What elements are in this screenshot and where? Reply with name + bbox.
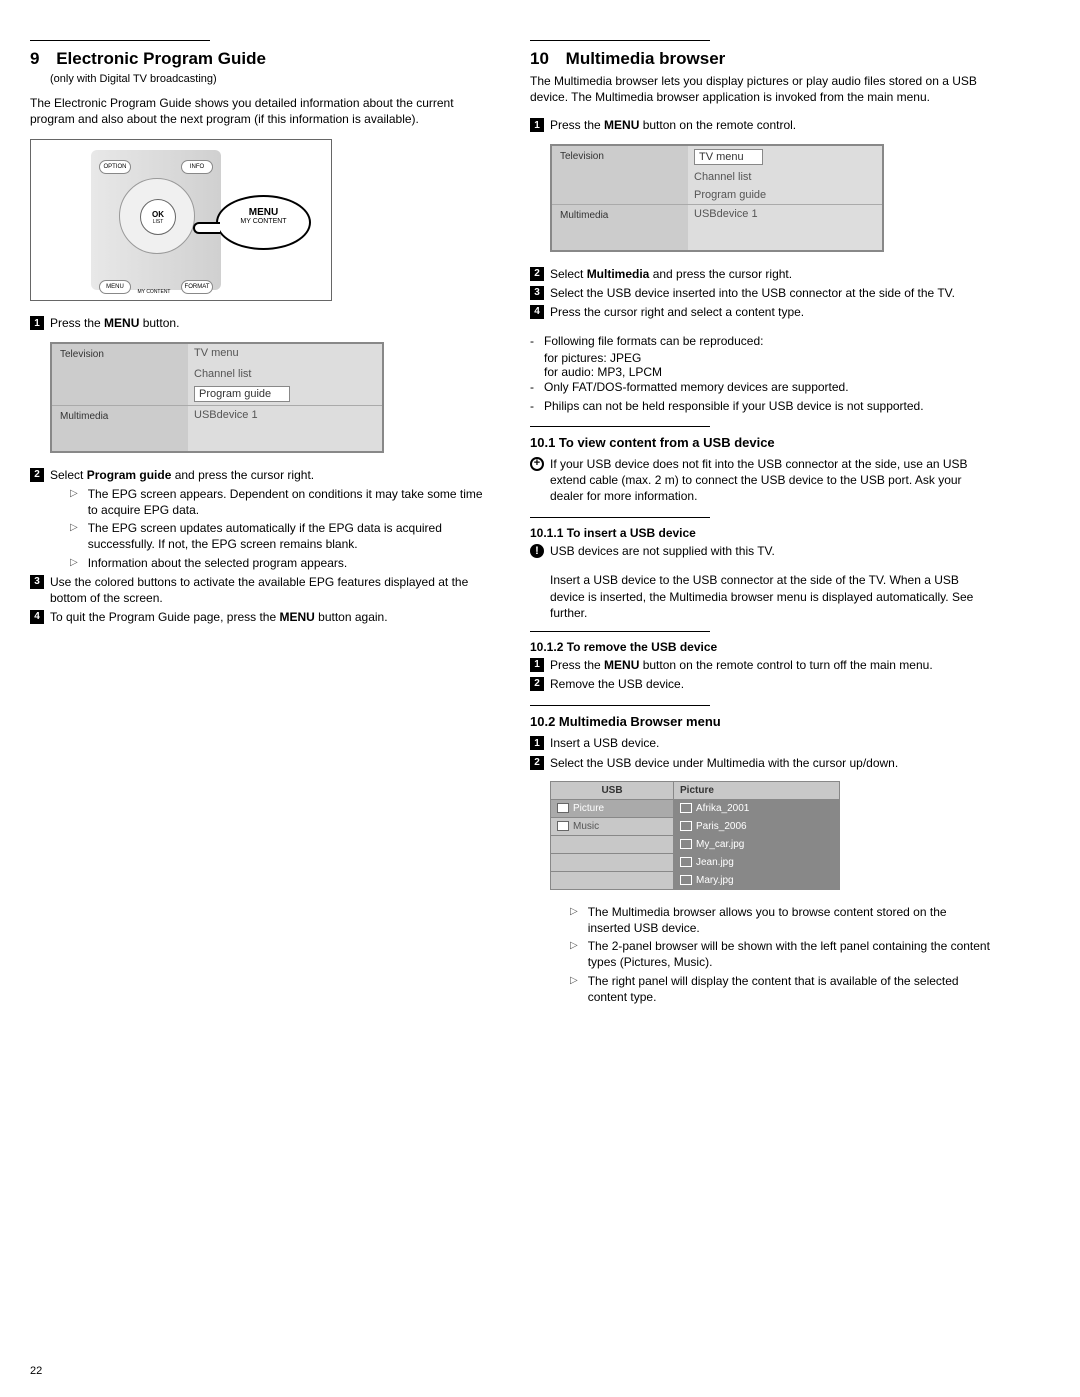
step-2: 2 Select Multimedia and press the cursor… <box>530 266 990 282</box>
triangle-icon: ▷ <box>70 486 78 518</box>
section-9-heading: 9 Electronic Program Guide <box>30 49 490 69</box>
step-2: 2 Select Program guide and press the cur… <box>30 467 490 483</box>
triangle-icon: ▷ <box>70 555 78 571</box>
tv-menu-table: Television TV menu Channel list Program … <box>550 144 884 252</box>
warning-icon: ! <box>530 544 544 558</box>
rule <box>530 631 710 632</box>
rule <box>530 705 710 706</box>
bullet-sub: for audio: MP3, LPCM <box>544 365 990 379</box>
section-10-1-1-heading: 10.1.1 To insert a USB device <box>530 526 990 540</box>
step-1: 1 Press the MENU button on the remote co… <box>530 117 990 133</box>
step-number-icon: 1 <box>530 118 544 132</box>
folder-icon <box>557 803 573 814</box>
folder-icon <box>557 821 573 832</box>
substep: ▷The right panel will display the conten… <box>570 973 990 1005</box>
step-4: 4 Press the cursor right and select a co… <box>530 304 990 320</box>
image-icon <box>680 875 696 886</box>
folder-icon <box>680 803 696 814</box>
bullet: -Philips can not be held responsible if … <box>530 398 990 414</box>
step-number-icon: 2 <box>30 468 44 482</box>
step-3: 3 Use the colored buttons to activate th… <box>30 574 490 606</box>
section-9-intro: The Electronic Program Guide shows you d… <box>30 95 490 127</box>
bullet-sub: for pictures: JPEG <box>544 351 990 365</box>
selected-item: Program guide <box>194 386 290 402</box>
remote-ok-button: OK LIST <box>140 199 176 235</box>
substep: ▷Information about the selected program … <box>70 555 490 571</box>
triangle-icon: ▷ <box>70 520 78 552</box>
callout-bubble: MENU MY CONTENT <box>216 195 311 250</box>
section-10-1-2-heading: 10.1.2 To remove the USB device <box>530 640 990 654</box>
rule <box>530 517 710 518</box>
rule <box>530 426 710 427</box>
remote-illustration: OPTION INFO OK LIST MENU FORMAT MY CONTE… <box>30 139 332 301</box>
step-number-icon: 2 <box>530 267 544 281</box>
tv-menu-table: Television TV menu Channel list Program … <box>50 342 384 453</box>
remote-info-button: INFO <box>181 160 213 174</box>
remote-dpad: OK LIST <box>119 178 195 254</box>
step-number-icon: 3 <box>30 575 44 589</box>
step-4: 4 To quit the Program Guide page, press … <box>30 609 490 625</box>
step-number-icon: 2 <box>530 756 544 770</box>
tip: + If your USB device does not fit into t… <box>530 456 990 505</box>
left-column: 9 Electronic Program Guide (only with Di… <box>30 40 490 1007</box>
triangle-icon: ▷ <box>570 973 578 1005</box>
rule <box>530 40 710 41</box>
step-number-icon: 2 <box>530 677 544 691</box>
usb-browser-table: USBPicture PictureAfrika_2001 MusicParis… <box>550 781 840 890</box>
remote-mycontent-label: MY CONTENT <box>127 288 181 296</box>
step-2: 2 Select the USB device under Multimedia… <box>530 755 990 771</box>
paragraph: Insert a USB device to the USB connector… <box>550 572 990 621</box>
step-1: 1 Insert a USB device. <box>530 735 990 751</box>
step-number-icon: 4 <box>530 305 544 319</box>
remote-option-button: OPTION <box>99 160 131 174</box>
step-2: 2 Remove the USB device. <box>530 676 990 692</box>
step-number-icon: 1 <box>530 658 544 672</box>
step-number-icon: 3 <box>530 286 544 300</box>
substep: ▷The Multimedia browser allows you to br… <box>570 904 990 936</box>
bullet: -Only FAT/DOS-formatted memory devices a… <box>530 379 990 395</box>
selected-item: TV menu <box>694 149 763 165</box>
step-3: 3 Select the USB device inserted into th… <box>530 285 990 301</box>
section-10-2-heading: 10.2 Multimedia Browser menu <box>530 714 990 729</box>
step-number-icon: 1 <box>30 316 44 330</box>
bullet: -Following file formats can be reproduce… <box>530 333 990 349</box>
step-number-icon: 4 <box>30 610 44 624</box>
section-10-heading: 10 Multimedia browser <box>530 49 990 69</box>
image-icon <box>680 857 696 868</box>
folder-icon <box>680 821 696 832</box>
warning: ! USB devices are not supplied with this… <box>530 543 990 559</box>
remote-format-button: FORMAT <box>181 280 213 294</box>
substep: ▷The EPG screen appears. Dependent on co… <box>70 486 490 518</box>
right-column: 10 Multimedia browser The Multimedia bro… <box>530 40 990 1007</box>
plus-icon: + <box>530 457 544 471</box>
step-1: 1 Press the MENU button on the remote co… <box>530 657 990 673</box>
section-9-subtitle: (only with Digital TV broadcasting) <box>50 73 490 85</box>
step-number-icon: 1 <box>530 736 544 750</box>
step-1: 1 Press the MENU button. <box>30 315 490 331</box>
section-10-1-heading: 10.1 To view content from a USB device <box>530 435 990 450</box>
substep: ▷The 2-panel browser will be shown with … <box>570 938 990 970</box>
triangle-icon: ▷ <box>570 904 578 936</box>
substep: ▷The EPG screen updates automatically if… <box>70 520 490 552</box>
rule <box>30 40 210 41</box>
section-10-intro: The Multimedia browser lets you display … <box>530 73 990 105</box>
triangle-icon: ▷ <box>570 938 578 970</box>
image-icon <box>680 839 696 850</box>
page-number: 22 <box>30 1365 42 1377</box>
